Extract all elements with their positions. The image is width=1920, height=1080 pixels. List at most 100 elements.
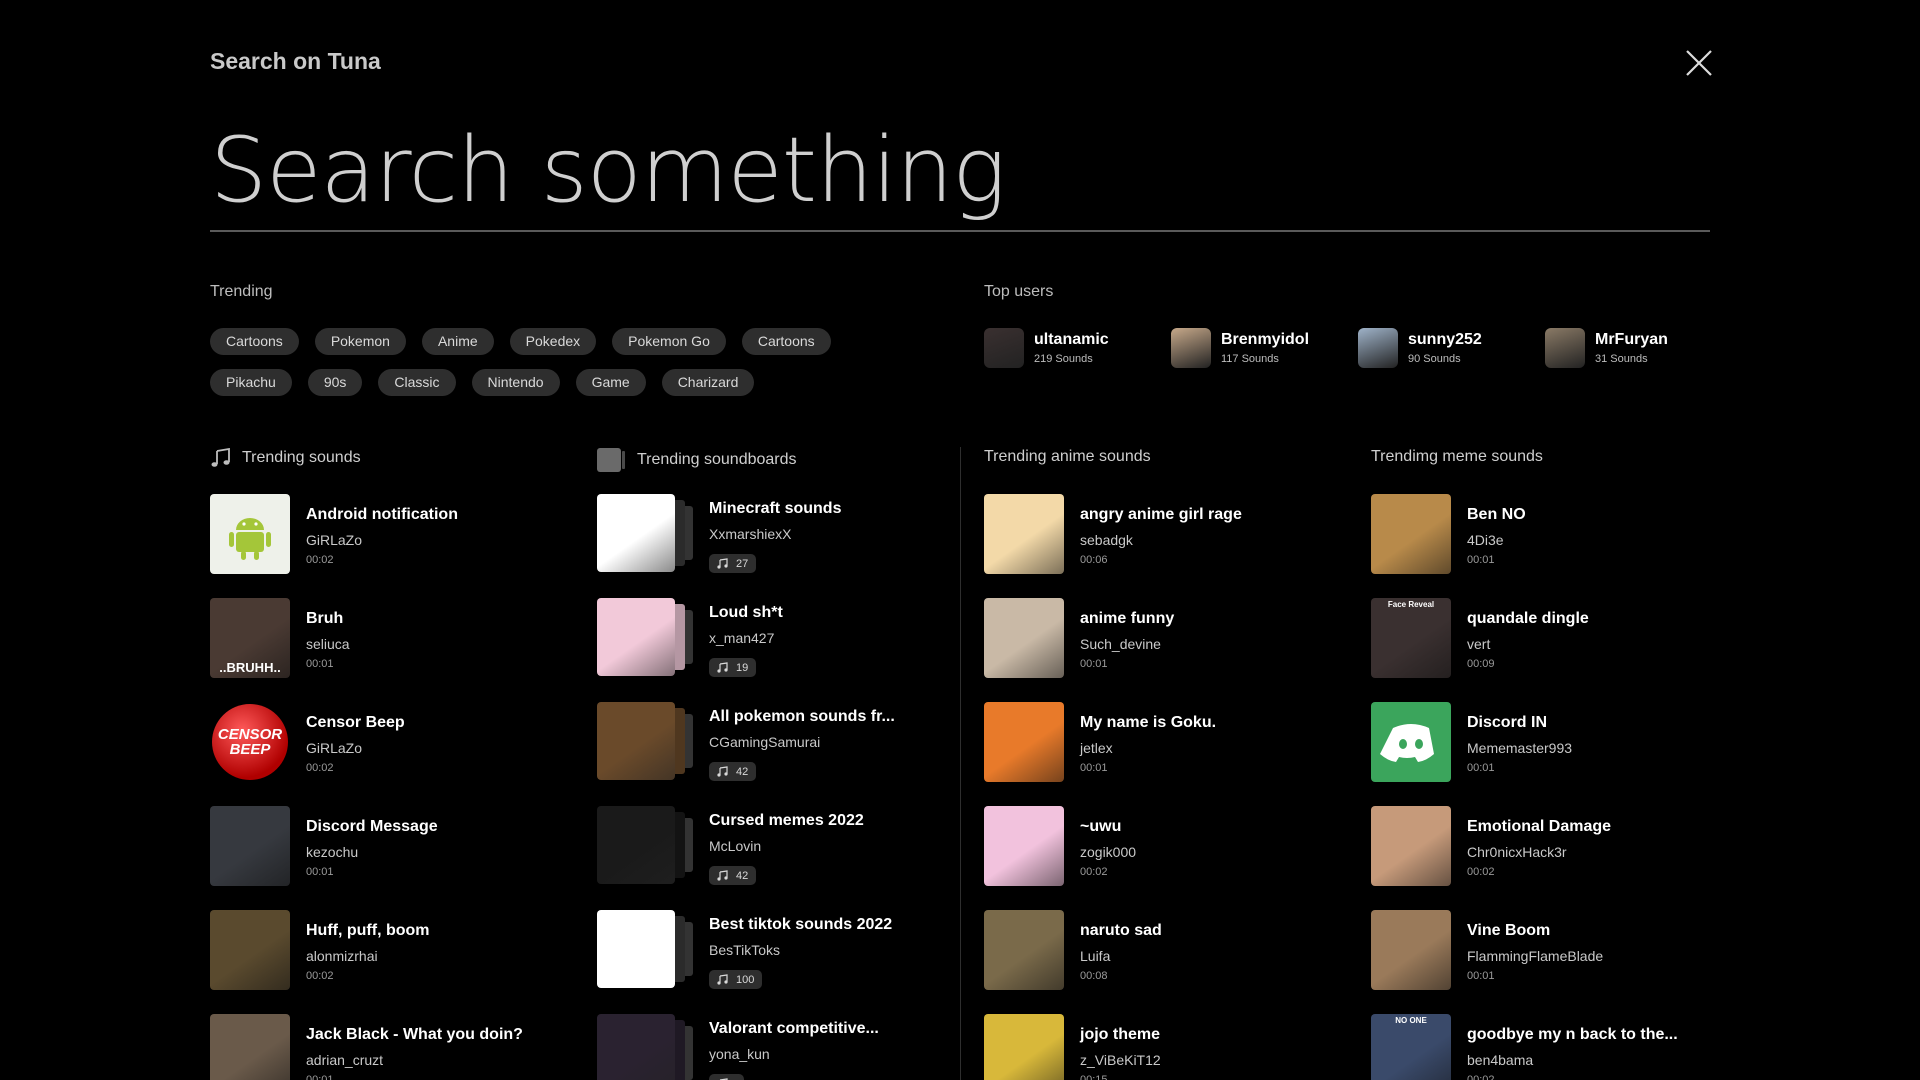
close-button[interactable] [1684, 48, 1714, 78]
sound-item[interactable]: ~uwu zogik000 00:02 [984, 806, 1242, 886]
sound-thumbnail [984, 1014, 1064, 1080]
avatar [1171, 328, 1211, 368]
sound-count: 27 [736, 557, 749, 570]
meme-sounds-header: Trendimg meme sounds [1371, 448, 1543, 466]
sound-author: z_ViBeKiT12 [1080, 1052, 1161, 1068]
tag-chip[interactable]: Cartoons [741, 328, 831, 355]
sound-duration: 00:02 [306, 554, 334, 566]
sound-item[interactable]: Emotional Damage Chr0nicxHack3r 00:02 [1371, 806, 1678, 886]
tag-chip[interactable]: Pokedex [509, 328, 597, 355]
soundboard-thumbnail [597, 702, 697, 782]
tag-chip[interactable]: Nintendo [471, 369, 560, 396]
avatar [1545, 328, 1585, 368]
sound-title: goodbye my n back to the... [1467, 1026, 1678, 1043]
discord-icon [1380, 724, 1434, 762]
soundboard-item[interactable]: Cursed memes 2022 McLovin 42 [597, 806, 895, 886]
sound-count-badge: 27 [709, 554, 757, 573]
user-name: ultanamic [1034, 331, 1109, 348]
sound-title: Discord IN [1467, 714, 1548, 731]
sound-item[interactable]: ..BRUHH.. Bruh seliuca 00:01 [210, 598, 523, 678]
sound-thumbnail [984, 494, 1064, 574]
sound-duration: 00:06 [1080, 554, 1108, 566]
tag-chip[interactable]: Pokemon Go [612, 328, 726, 355]
user-name: sunny252 [1408, 331, 1482, 348]
search-input[interactable] [210, 115, 1710, 225]
music-note-icon [717, 870, 728, 881]
tag-chip[interactable]: Anime [421, 328, 494, 355]
top-user-item[interactable]: sunny252 90 Sounds [1358, 328, 1545, 368]
top-user-item[interactable]: Brenmyidol 117 Sounds [1171, 328, 1358, 368]
sound-thumbnail: NO ONE [1371, 1014, 1451, 1080]
sound-item[interactable]: CENSOR BEEP Censor Beep GiRLaZo 00:02 [210, 702, 523, 782]
soundboard-title: Minecraft sounds [709, 500, 842, 517]
sound-author: zogik000 [1080, 844, 1137, 860]
top-user-item[interactable]: ultanamic 219 Sounds [984, 328, 1171, 368]
soundboard-thumbnail: TikTok [597, 910, 697, 990]
sound-item[interactable]: jojo theme z_ViBeKiT12 00:15 [984, 1014, 1242, 1080]
top-user-item[interactable]: MrFuryan 31 Sounds [1545, 328, 1732, 368]
sound-author: ben4bama [1467, 1052, 1534, 1068]
soundboard-author: CGamingSamurai [709, 734, 821, 750]
music-note-icon [717, 766, 728, 777]
sound-author: vert [1467, 636, 1491, 652]
sound-item[interactable]: Face Reveal quandale dingle vert 00:09 [1371, 598, 1678, 678]
soundboard-title: Cursed memes 2022 [709, 812, 864, 829]
soundboard-item[interactable]: Loud sh*t x_man427 19 [597, 598, 895, 678]
sound-thumbnail: CENSOR BEEP [210, 702, 290, 782]
sound-duration: 00:01 [1467, 762, 1495, 774]
sound-count-badge [709, 1074, 744, 1080]
meme-sounds-label: Trendimg meme sounds [1371, 448, 1543, 465]
sound-author: GiRLaZo [306, 532, 363, 548]
soundboard-item[interactable]: All pokemon sounds fr... CGamingSamurai 42 [597, 702, 895, 782]
sound-item[interactable]: Ben NO 4Di3e 00:01 [1371, 494, 1678, 574]
soundboard-title: All pokemon sounds fr... [709, 708, 895, 725]
music-note-icon [717, 558, 728, 569]
music-note-icon [717, 974, 728, 985]
sound-title: Emotional Damage [1467, 818, 1612, 835]
sound-item[interactable]: naruto sad Luifa 00:08 [984, 910, 1242, 990]
sound-count: 100 [736, 973, 755, 986]
sound-thumbnail: ..BRUHH.. [210, 598, 290, 678]
sound-duration: 00:09 [1467, 658, 1495, 670]
sound-thumbnail [1371, 494, 1451, 574]
soundboard-author: x_man427 [709, 630, 775, 646]
sound-item[interactable]: Huff, puff, boom alonmizrhai 00:02 [210, 910, 523, 990]
sound-title: Jack Black - What you doin? [306, 1026, 523, 1043]
soundboard-thumbnail [597, 1014, 697, 1080]
top-users-label: Top users [984, 283, 1054, 300]
anime-sounds-label: Trending anime sounds [984, 448, 1151, 465]
trending-sounds-header: Trending sounds [210, 448, 361, 468]
anime-sounds-list: angry anime girl rage sebadgk 00:06 anime f… [984, 494, 1242, 1080]
tag-chip[interactable]: 90s [307, 369, 363, 396]
soundboard-author: XxmarshiexX [709, 526, 792, 542]
tag-chip[interactable]: Pikachu [210, 369, 292, 396]
soundboard-item[interactable]: Minecraft sounds XxmarshiexX 27 [597, 494, 895, 574]
sound-item[interactable]: NO ONE goodbye my n back to the... ben4bam… [1371, 1014, 1678, 1080]
tag-chip[interactable]: Charizard [661, 369, 755, 396]
sound-title: Discord Message [306, 818, 438, 835]
soundboard-item[interactable]: TikTok Best tiktok sounds 2022 BesTikToks 1… [597, 910, 895, 990]
sound-item[interactable]: Discord Message kezochu 00:01 [210, 806, 523, 886]
sound-item[interactable]: Discord IN Mememaster993 00:01 [1371, 702, 1678, 782]
tag-chip[interactable]: Pokemon [314, 328, 406, 355]
sound-item[interactable]: My name is Goku. jetlex 00:01 [984, 702, 1242, 782]
sound-item[interactable]: angry anime girl rage sebadgk 00:06 [984, 494, 1242, 574]
sound-count: 42 [736, 765, 749, 778]
tag-chip[interactable]: Cartoons [210, 328, 299, 355]
soundboard-item[interactable]: Valorant competitive... yona_kun [597, 1014, 895, 1080]
sound-title: naruto sad [1080, 922, 1162, 939]
sound-thumbnail [984, 702, 1064, 782]
sound-item[interactable]: Vine Boom FlammingFlameBlade 00:01 [1371, 910, 1678, 990]
sound-item[interactable]: anime funny Such_devine 00:01 [984, 598, 1242, 678]
tag-chip[interactable]: Classic [378, 369, 456, 396]
thumbnail-caption: NO ONE [1395, 1016, 1427, 1025]
page-title: Search on Tuna [210, 48, 381, 74]
sound-item[interactable]: Android notification GiRLaZo 00:02 [210, 494, 523, 574]
sound-duration: 00:01 [306, 658, 334, 670]
sound-item[interactable]: Jack Black - What you doin? adrian_cruzt 0… [210, 1014, 523, 1080]
tag-chip[interactable]: Game [575, 369, 646, 396]
android-icon [229, 518, 271, 560]
sound-author: FlammingFlameBlade [1467, 948, 1604, 964]
avatar [984, 328, 1024, 368]
sound-count-badge: 19 [709, 658, 757, 677]
